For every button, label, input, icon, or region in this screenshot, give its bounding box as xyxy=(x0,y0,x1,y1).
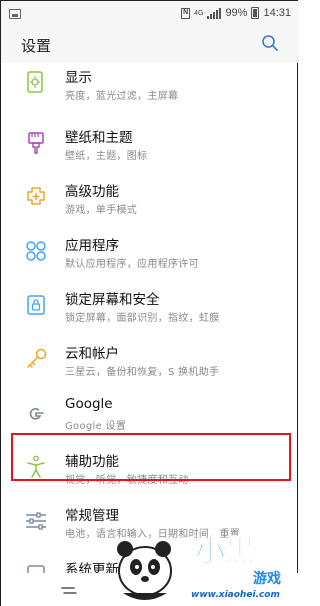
system-update-icon xyxy=(27,565,45,573)
key-icon xyxy=(27,348,47,368)
google-icon xyxy=(29,408,44,420)
settings-item-label: 显示 xyxy=(65,70,92,86)
settings-item-sub: 亮度，蓝光过滤，主屏幕 xyxy=(65,91,179,102)
status-icons: N 4G 99% 14:31 xyxy=(181,7,291,19)
page-title: 设置 xyxy=(21,37,52,55)
settings-item-sub: 三星云，备份和恢复，S 换机助手 xyxy=(65,367,220,378)
settings-item-wallpaper[interactable]: 壁纸和主题 壁纸，主题，图标 xyxy=(1,117,299,171)
display-icon xyxy=(27,71,43,93)
settings-header: 设置 xyxy=(1,29,299,63)
highlight-box xyxy=(11,433,291,481)
status-bar: N 4G 99% 14:31 xyxy=(1,1,299,29)
watermark-url: www.xiaohei.com xyxy=(191,590,280,600)
settings-item-advanced[interactable]: 高级功能 游戏，单手模式 xyxy=(1,171,299,225)
back-icon[interactable] xyxy=(61,585,77,595)
settings-item-label: 锁定屏幕和安全 xyxy=(65,292,160,308)
gallery-notification-icon xyxy=(9,9,21,19)
settings-item-sub: 默认应用程序，应用程序许可 xyxy=(65,259,199,270)
signal-icon xyxy=(207,7,222,19)
settings-item-display[interactable]: 显示 亮度，蓝光过滤，主屏幕 xyxy=(1,63,299,111)
battery-percent: 99% xyxy=(225,7,248,19)
watermark-text-side: 游戏 xyxy=(253,570,281,587)
settings-item-label: 壁纸和主题 xyxy=(65,130,133,146)
settings-item-lockscreen[interactable]: 锁定屏幕和安全 锁定屏幕，面部识别，指纹，虹膜 xyxy=(1,279,299,333)
nfc-icon: N xyxy=(181,7,191,19)
battery-icon xyxy=(251,7,260,19)
settings-item-label: 应用程序 xyxy=(65,238,119,254)
sliders-icon xyxy=(26,512,46,530)
apps-grid-icon xyxy=(26,241,46,261)
settings-item-sub: Google 设置 xyxy=(65,421,127,432)
settings-item-label: 常规管理 xyxy=(65,508,119,524)
network-type: 4G xyxy=(194,9,204,17)
settings-item-sub: 壁纸，主题，图标 xyxy=(65,151,148,162)
settings-item-apps[interactable]: 应用程序 默认应用程序，应用程序许可 xyxy=(1,225,299,279)
settings-item-sub: 锁定屏幕，面部识别，指纹，虹膜 xyxy=(65,313,220,324)
settings-item-sub: 游戏，单手模式 xyxy=(65,205,138,216)
clock: 14:31 xyxy=(263,7,291,19)
settings-item-label: Google xyxy=(65,396,113,412)
puzzle-plus-icon xyxy=(27,187,45,205)
lock-icon xyxy=(27,295,45,315)
settings-item-cloud[interactable]: 云和帐户 三星云，备份和恢复，S 换机助手 xyxy=(1,333,299,387)
settings-list: 显示 亮度，蓝光过滤，主屏幕 壁纸和主题 壁纸，主题，图标 高级功能 游戏，单手… xyxy=(1,63,299,573)
search-icon[interactable] xyxy=(261,34,279,52)
settings-item-label: 高级功能 xyxy=(65,184,119,200)
brush-icon xyxy=(28,132,44,154)
watermark-text-top: 小黑 xyxy=(195,534,255,569)
watermark-logo: 小黑 游戏 www.xiaohei.com xyxy=(117,534,281,600)
settings-item-label: 云和帐户 xyxy=(65,346,119,362)
